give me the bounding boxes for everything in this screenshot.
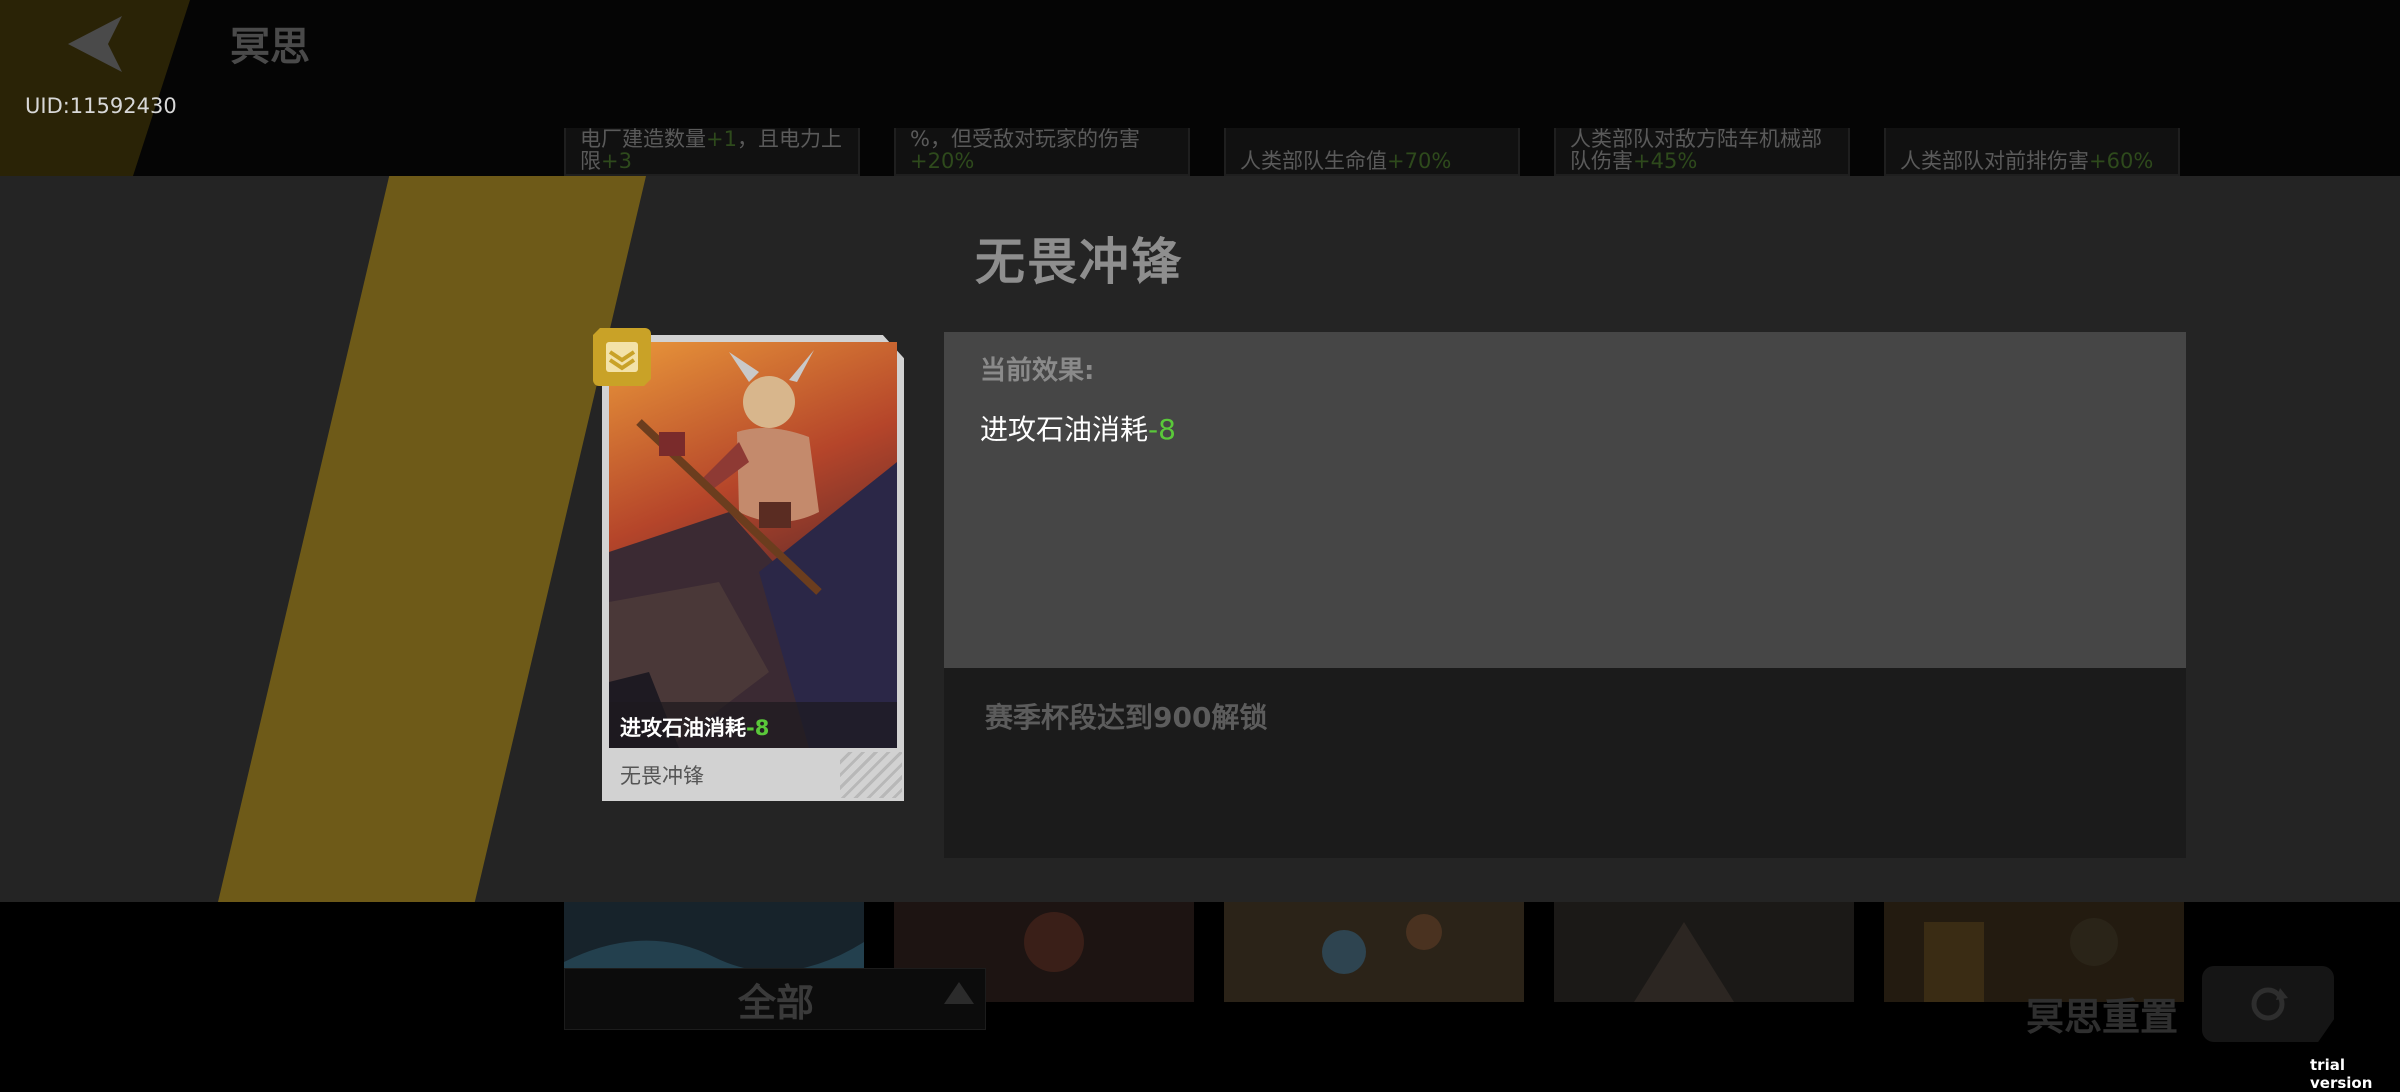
talent-value: +45%: [1633, 149, 1698, 173]
card-effect-value: -8: [746, 716, 770, 740]
modal-title: 无畏冲锋: [975, 233, 1183, 291]
talent-value: +3: [601, 149, 632, 173]
effect-panel: [944, 332, 2186, 668]
card-effect: 进攻石油消耗-8: [620, 712, 769, 742]
card-rank-badge: [593, 328, 651, 386]
triangle-up-icon: [944, 982, 974, 1004]
refresh-icon: [2251, 987, 2288, 1021]
reset-label: 冥思重置: [2026, 995, 2179, 1039]
filter-label: 全部: [738, 981, 815, 1025]
talent-text: 电厂建造数量: [580, 128, 706, 151]
chevron-badge-icon: [606, 342, 638, 372]
talent-card-strip[interactable]: 人类部队对前排伤害+60%: [1884, 128, 2180, 176]
card-corner-stripes: [840, 752, 902, 798]
talent-text: %，但受敌对玩家的伤害: [910, 128, 1140, 151]
card-art-thumbnail: [1554, 902, 1854, 1002]
current-effect-text: 进攻石油消耗: [980, 413, 1149, 446]
talent-card-strip[interactable]: 人类部队生命值+70%: [1224, 128, 1520, 176]
talent-text: 人类部队生命值: [1240, 149, 1387, 173]
talent-card-bottom[interactable]: [1554, 902, 1854, 1002]
talent-card-strip[interactable]: 电厂建造数量+1，且电力上限+3: [564, 128, 860, 176]
reset-button[interactable]: [2202, 966, 2334, 1042]
card-art-thumbnail: [1224, 902, 1524, 1002]
page-title: 冥思: [230, 24, 310, 70]
uid-label: UID:11592430: [25, 94, 177, 118]
warrior-illustration: [609, 342, 897, 748]
talent-value: +60%: [2089, 149, 2154, 173]
current-effect-value: -8: [1148, 413, 1176, 446]
unlock-condition: 赛季杯段达到900解锁: [985, 701, 1268, 734]
talent-value: +20%: [910, 149, 975, 173]
back-button[interactable]: [62, 12, 130, 76]
talent-card-strip[interactable]: %，但受敌对玩家的伤害+20%: [894, 128, 1190, 176]
talent-value: +1: [706, 128, 737, 151]
card-artwork: [609, 342, 897, 748]
card-effect-text: 进攻石油消耗: [620, 716, 746, 740]
talent-text: 人类部队对前排伤害: [1900, 149, 2089, 173]
talent-card-bottom[interactable]: [1224, 902, 1524, 1002]
effect-heading: 当前效果:: [980, 356, 1095, 386]
current-effect: 进攻石油消耗-8: [980, 408, 1176, 448]
card-name: 无畏冲锋: [620, 764, 704, 788]
back-arrow-icon: [68, 16, 122, 72]
talent-value: +70%: [1387, 149, 1452, 173]
talent-card-strip[interactable]: 人类部队对敌方陆车机械部队伤害+45%: [1554, 128, 1850, 176]
watermark: trial version: [2310, 1056, 2373, 1092]
